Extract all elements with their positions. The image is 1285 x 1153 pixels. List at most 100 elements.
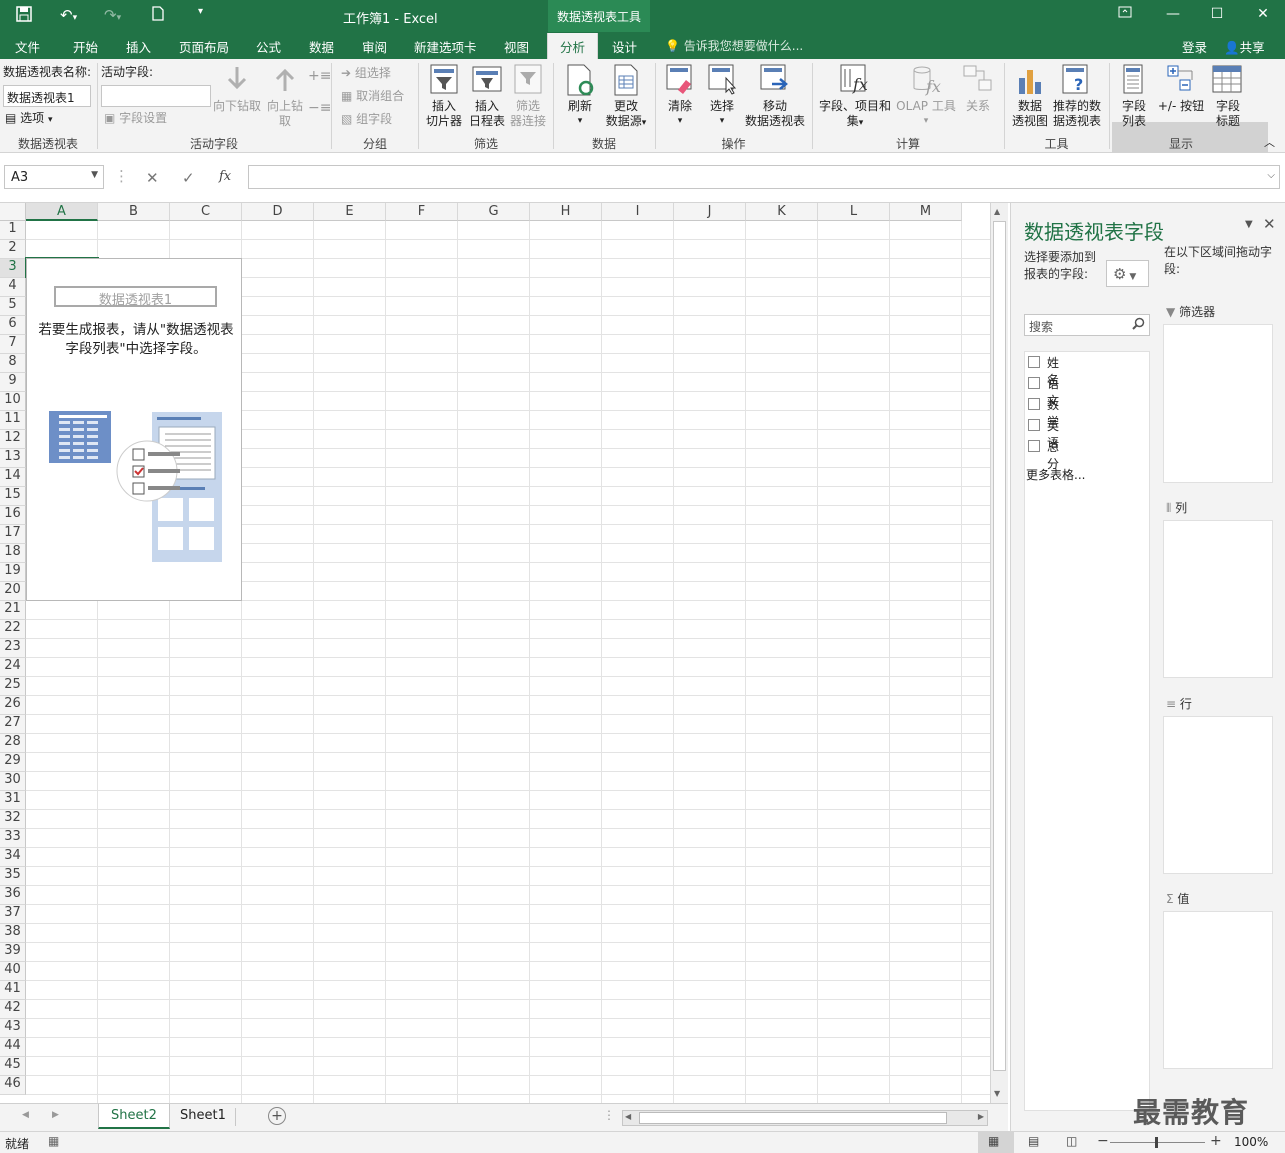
row-header[interactable]: 41 <box>0 981 26 1000</box>
column-header-f[interactable]: F <box>386 203 458 221</box>
filter-connections-button[interactable]: 筛选 器连接 <box>508 99 548 129</box>
tab-home[interactable]: 开始 <box>73 37 98 56</box>
recommended-pivot-button[interactable]: 推荐的数 据透视表 <box>1050 99 1104 129</box>
cancel-icon[interactable]: ✕ <box>146 169 159 187</box>
close-icon[interactable]: ✕ <box>1253 6 1273 22</box>
field-checkbox[interactable] <box>1028 419 1040 431</box>
row-header[interactable]: 12 <box>0 430 26 449</box>
horizontal-scrollbar[interactable]: ◀ ▶ <box>622 1110 988 1126</box>
row-header[interactable]: 18 <box>0 544 26 563</box>
tab-splitter-icon[interactable]: ⋮ <box>603 1108 615 1122</box>
row-header[interactable]: 9 <box>0 373 26 392</box>
group-selection-button[interactable]: ➔ 组选择 <box>341 66 391 81</box>
column-header-a[interactable]: A <box>26 203 98 221</box>
group-field-button[interactable]: ▧ 组字段 <box>341 112 392 127</box>
row-header[interactable]: 42 <box>0 1000 26 1019</box>
sheet-tab-sheet1[interactable]: Sheet1 <box>168 1104 238 1129</box>
rows-drop-area[interactable] <box>1163 716 1273 874</box>
row-header[interactable]: 32 <box>0 810 26 829</box>
save-icon[interactable] <box>16 6 32 26</box>
row-header[interactable]: 5 <box>0 297 26 316</box>
row-header[interactable]: 37 <box>0 905 26 924</box>
pivot-chart-button[interactable]: 数据 透视图 <box>1008 99 1052 129</box>
row-header[interactable]: 36 <box>0 886 26 905</box>
row-header[interactable]: 21 <box>0 601 26 620</box>
tab-analyze[interactable]: 分析 <box>547 33 599 59</box>
undo-icon[interactable]: ↶▾ <box>60 6 77 26</box>
customize-qat-icon[interactable]: ▾ <box>198 6 203 26</box>
expand-formula-icon[interactable]: ⌵ <box>1267 170 1275 181</box>
field-headers-button[interactable]: 字段 标题 <box>1207 99 1249 129</box>
row-header[interactable]: 45 <box>0 1057 26 1076</box>
column-header-g[interactable]: G <box>458 203 530 221</box>
options-button[interactable]: ▤ 选项 ▾ <box>5 111 53 128</box>
more-tables-link[interactable]: 更多表格... <box>1026 466 1085 484</box>
formula-bar-splitter-icon[interactable]: ⋮ <box>114 167 129 185</box>
insert-function-icon[interactable]: fx <box>219 169 231 184</box>
drill-up-button[interactable]: 向上钻 取 <box>264 99 306 129</box>
row-header[interactable]: 31 <box>0 791 26 810</box>
share-button[interactable]: 👤共享 <box>1224 37 1265 56</box>
field-settings-button[interactable]: ▣ 字段设置 <box>104 111 167 126</box>
row-header[interactable]: 13 <box>0 449 26 468</box>
row-header[interactable]: 46 <box>0 1076 26 1095</box>
olap-tools-button[interactable]: OLAP 工具 ▾ <box>894 99 958 129</box>
drill-down-button[interactable]: 向下钻取 <box>212 99 262 114</box>
row-header[interactable]: 14 <box>0 468 26 487</box>
row-header[interactable]: 17 <box>0 525 26 544</box>
tab-formulas[interactable]: 公式 <box>256 37 281 56</box>
tab-view[interactable]: 视图 <box>504 37 529 56</box>
maximize-icon[interactable]: ☐ <box>1207 6 1227 22</box>
refresh-button[interactable]: 刷新 ▾ <box>560 99 600 129</box>
row-header[interactable]: 25 <box>0 677 26 696</box>
tell-me-search[interactable]: 💡 告诉我您想要做什么... <box>665 37 803 54</box>
values-drop-area[interactable] <box>1163 911 1273 1069</box>
fields-items-sets-button[interactable]: 字段、项目和 集▾ <box>816 99 894 131</box>
column-header-h[interactable]: H <box>530 203 602 221</box>
select-button[interactable]: 选择 ▾ <box>702 99 742 129</box>
tab-data[interactable]: 数据 <box>309 37 334 56</box>
column-header-m[interactable]: M <box>890 203 962 221</box>
vertical-scroll-thumb[interactable] <box>993 221 1006 1071</box>
row-header[interactable]: 39 <box>0 943 26 962</box>
field-checkbox[interactable] <box>1028 377 1040 389</box>
new-sheet-icon[interactable]: + <box>268 1107 286 1125</box>
tab-review[interactable]: 审阅 <box>362 37 387 56</box>
next-sheet-icon[interactable]: ▶ <box>52 1110 59 1120</box>
active-field-input[interactable] <box>101 85 211 107</box>
name-box[interactable]: A3 ▼ <box>4 165 104 189</box>
row-header[interactable]: 2 <box>0 240 26 259</box>
page-break-view-icon[interactable]: ◫ <box>1066 1134 1077 1148</box>
pivot-name-input[interactable]: 数据透视表1 <box>3 85 91 107</box>
pane-options-icon[interactable]: ▼ <box>1245 219 1253 230</box>
row-header[interactable]: 35 <box>0 867 26 886</box>
horizontal-scroll-thumb[interactable] <box>639 1112 947 1124</box>
row-header[interactable]: 22 <box>0 620 26 639</box>
login-link[interactable]: 登录 <box>1182 37 1207 56</box>
zoom-in-icon[interactable]: + <box>1210 1133 1222 1149</box>
row-header[interactable]: 24 <box>0 658 26 677</box>
row-header[interactable]: 30 <box>0 772 26 791</box>
insert-slicer-button[interactable]: 插入 切片器 <box>422 99 466 129</box>
move-pivot-button[interactable]: 移动 数据透视表 <box>744 99 806 129</box>
ribbon-display-icon[interactable] <box>1115 6 1135 22</box>
column-header-b[interactable]: B <box>98 203 170 221</box>
row-header[interactable]: 10 <box>0 392 26 411</box>
formula-input[interactable]: ⌵ <box>248 165 1280 189</box>
scroll-left-icon[interactable]: ◀ <box>625 1112 631 1121</box>
close-pane-icon[interactable]: ✕ <box>1263 215 1276 233</box>
field-list-button[interactable]: 字段 列表 <box>1114 99 1154 129</box>
row-header[interactable]: 28 <box>0 734 26 753</box>
tab-insert[interactable]: 插入 <box>126 37 151 56</box>
field-checkbox[interactable] <box>1028 440 1040 452</box>
tab-page-layout[interactable]: 页面布局 <box>179 37 229 56</box>
minimize-icon[interactable]: — <box>1163 6 1183 22</box>
clear-button[interactable]: 清除 ▾ <box>660 99 700 129</box>
row-header[interactable]: 11 <box>0 411 26 430</box>
row-header[interactable]: 23 <box>0 639 26 658</box>
column-header-c[interactable]: C <box>170 203 242 221</box>
normal-view-icon[interactable]: ▦ <box>988 1134 999 1148</box>
prev-sheet-icon[interactable]: ◀ <box>22 1110 29 1120</box>
collapse-field-icon[interactable]: −≡ <box>308 101 331 116</box>
select-all-corner[interactable] <box>0 203 26 221</box>
